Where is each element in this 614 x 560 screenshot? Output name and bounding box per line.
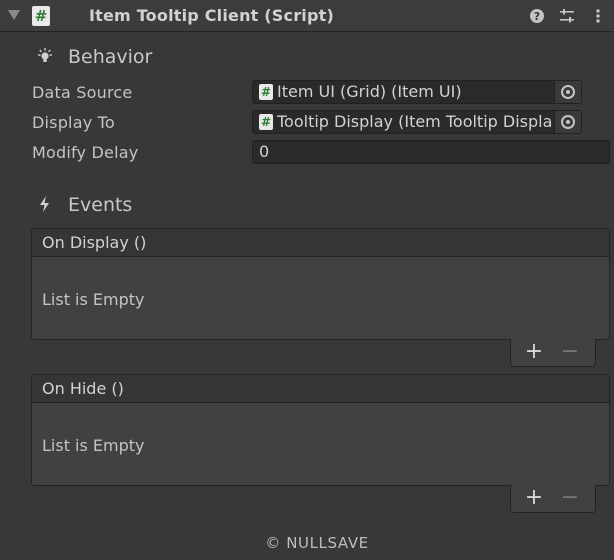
inspector-component: # Item Tooltip Client (Script) ? Behavio… xyxy=(0,0,614,560)
on-hide-list-footer: + − xyxy=(510,485,596,513)
display-to-value: Tooltip Display (Item Tooltip Displa xyxy=(277,112,553,131)
remove-item-button[interactable]: − xyxy=(559,341,581,363)
script-icon: # xyxy=(32,6,50,26)
on-hide-event-list: On Hide () List is Empty xyxy=(31,374,610,486)
component-title: Item Tooltip Client (Script) xyxy=(89,6,334,25)
lightbulb-icon xyxy=(38,48,52,62)
component-header[interactable]: # Item Tooltip Client (Script) ? xyxy=(0,0,614,32)
modify-delay-input[interactable]: 0 xyxy=(252,140,610,164)
kebab-menu-icon[interactable] xyxy=(590,8,606,24)
copyright-text: © NULLSAVE xyxy=(265,534,369,552)
object-picker-button[interactable] xyxy=(554,81,581,103)
display-to-label: Display To xyxy=(32,113,115,132)
script-icon: # xyxy=(259,84,273,100)
data-source-label: Data Source xyxy=(32,83,133,102)
svg-text:?: ? xyxy=(534,10,540,23)
data-source-value: Item UI (Grid) (Item UI) xyxy=(277,82,462,101)
on-display-event-list: On Display () List is Empty xyxy=(31,228,610,340)
on-display-list-footer: + − xyxy=(510,339,596,367)
behavior-section-title: Behavior xyxy=(68,46,153,68)
lightning-icon xyxy=(40,196,49,212)
on-hide-header: On Hide () xyxy=(32,375,609,403)
object-picker-button[interactable] xyxy=(554,111,581,133)
on-display-header: On Display () xyxy=(32,229,609,257)
remove-item-button[interactable]: − xyxy=(559,487,581,509)
modify-delay-label: Modify Delay xyxy=(32,143,139,162)
display-to-field[interactable]: # Tooltip Display (Item Tooltip Displa xyxy=(252,110,582,134)
events-section-title: Events xyxy=(68,194,133,216)
help-icon[interactable]: ? xyxy=(529,8,545,24)
presets-icon[interactable] xyxy=(559,8,575,24)
list-empty-text: List is Empty xyxy=(42,436,145,455)
foldout-arrow-icon[interactable] xyxy=(8,10,20,20)
data-source-field[interactable]: # Item UI (Grid) (Item UI) xyxy=(252,80,582,104)
script-icon: # xyxy=(259,114,273,130)
add-item-button[interactable]: + xyxy=(523,487,545,509)
add-item-button[interactable]: + xyxy=(523,341,545,363)
list-empty-text: List is Empty xyxy=(42,290,145,309)
